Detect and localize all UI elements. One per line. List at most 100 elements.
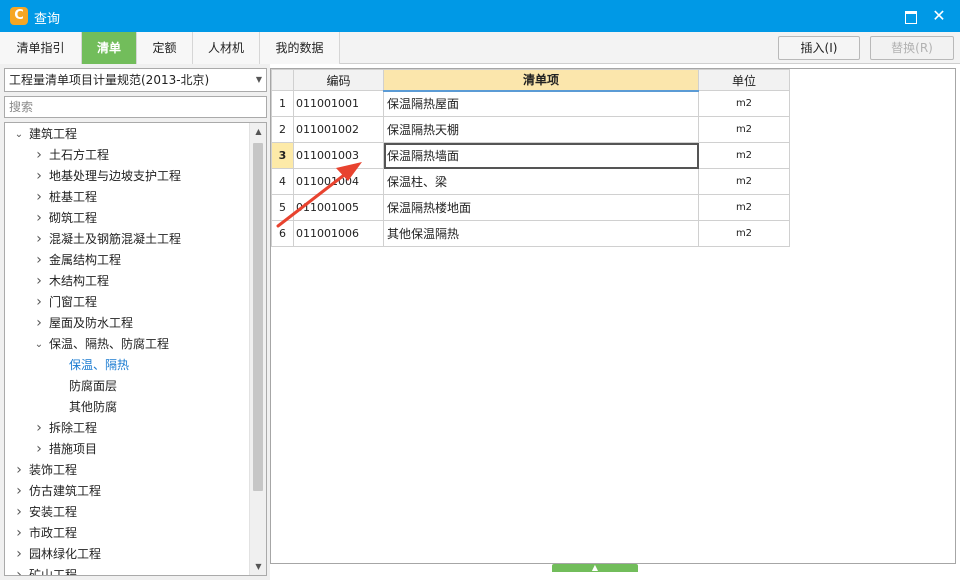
unit-cell[interactable]: m2 [698, 168, 790, 195]
chevron-right-icon[interactable]: › [33, 271, 45, 292]
tab-bill-guide[interactable]: 清单指引 [0, 32, 82, 64]
search-input[interactable] [4, 96, 267, 118]
tree-item-label: 木结构工程 [49, 274, 110, 288]
replace-button[interactable]: 替换(R) [870, 36, 954, 60]
unit-column-header[interactable]: 单位 [698, 69, 790, 91]
chevron-down-icon[interactable]: ⌄ [33, 334, 45, 355]
tree-item[interactable]: ⌄ 保温、隔热、防腐工程 [35, 334, 169, 355]
tab-bill[interactable]: 清单 [82, 32, 137, 64]
chevron-right-icon[interactable]: › [33, 439, 45, 460]
chevron-right-icon[interactable]: › [13, 565, 25, 575]
tree-item[interactable]: 防腐面层 [69, 376, 117, 397]
code-cell[interactable]: 011001003 [293, 142, 384, 169]
chevron-right-icon[interactable]: › [13, 502, 25, 523]
tree-item-label: 市政工程 [29, 526, 78, 540]
tree-item[interactable]: › 拆除工程 [36, 418, 98, 439]
table-row[interactable]: 4 011001004 保温柱、梁 m2 [271, 168, 790, 195]
chevron-right-icon[interactable]: › [33, 166, 45, 187]
chevron-down-icon[interactable]: ⌄ [13, 124, 25, 145]
name-cell[interactable]: 保温隔热屋面 [383, 90, 699, 117]
tree-item[interactable]: › 桩基工程 [36, 187, 97, 208]
tree-item[interactable]: › 木结构工程 [36, 271, 110, 292]
code-cell[interactable]: 011001001 [293, 90, 384, 117]
tab-bar: 清单指引 清单 定额 人材机 我的数据 插入(I) 替换(R) [0, 32, 960, 64]
bill-grid: 编码 清单项 单位 1 011001001 保温隔热屋面 m2 2 011001002 保温… [271, 69, 790, 247]
maximize-button[interactable] [898, 4, 922, 28]
table-row[interactable]: 3 011001003 保温隔热墙面 m2 [271, 142, 790, 169]
tree-item-label: 安装工程 [29, 505, 78, 519]
tree-item-label: 土石方工程 [49, 148, 110, 162]
tab-my-data[interactable]: 我的数据 [260, 32, 340, 64]
scroll-thumb[interactable] [253, 143, 263, 491]
tree-item[interactable]: › 园林绿化工程 [16, 544, 101, 565]
name-cell[interactable]: 其他保温隔热 [383, 220, 699, 247]
table-row[interactable]: 5 011001005 保温隔热楼地面 m2 [271, 194, 790, 221]
row-number[interactable]: 5 [271, 194, 294, 221]
tree-item[interactable]: › 门窗工程 [36, 292, 97, 313]
tree-item[interactable]: › 措施项目 [36, 439, 97, 460]
close-button[interactable]: ✕ [927, 4, 951, 28]
chevron-right-icon[interactable]: › [33, 208, 45, 229]
chevron-right-icon[interactable]: › [33, 187, 45, 208]
table-row[interactable]: 2 011001002 保温隔热天棚 m2 [271, 116, 790, 143]
name-column-header[interactable]: 清单项 [383, 69, 699, 92]
chevron-right-icon[interactable]: › [13, 523, 25, 544]
tree-item[interactable]: 保温、隔热 [69, 355, 129, 376]
chevron-right-icon[interactable]: › [13, 544, 25, 565]
table-row[interactable]: 1 011001001 保温隔热屋面 m2 [271, 90, 790, 117]
tree-item[interactable]: › 土石方工程 [36, 145, 110, 166]
unit-cell[interactable]: m2 [698, 220, 790, 247]
chevron-right-icon[interactable]: › [33, 292, 45, 313]
tab-quota[interactable]: 定额 [137, 32, 193, 64]
row-number[interactable]: 4 [271, 168, 294, 195]
unit-cell[interactable]: m2 [698, 142, 790, 169]
tree-item[interactable]: › 混凝土及钢筋混凝土工程 [36, 229, 181, 250]
name-cell[interactable]: 保温隔热楼地面 [383, 194, 699, 221]
tree-item[interactable]: › 安装工程 [16, 502, 78, 523]
bill-grid-panel: 编码 清单项 单位 1 011001001 保温隔热屋面 m2 2 011001002 保温… [270, 68, 956, 564]
table-row[interactable]: 6 011001006 其他保温隔热 m2 [271, 220, 790, 247]
code-cell[interactable]: 011001005 [293, 194, 384, 221]
code-cell[interactable]: 011001002 [293, 116, 384, 143]
name-cell[interactable]: 保温柱、梁 [383, 168, 699, 195]
tree-item[interactable]: › 市政工程 [16, 523, 78, 544]
name-cell[interactable]: 保温隔热天棚 [383, 116, 699, 143]
code-cell[interactable]: 011001004 [293, 168, 384, 195]
tree-item[interactable]: › 金属结构工程 [36, 250, 121, 271]
tree-item[interactable]: › 矿山工程 [16, 565, 77, 575]
row-number[interactable]: 3 [271, 142, 294, 169]
unit-cell[interactable]: m2 [698, 90, 790, 117]
tree-scrollbar[interactable]: ▲ ▼ [249, 123, 266, 575]
code-cell[interactable]: 011001006 [293, 220, 384, 247]
collapse-handle-icon[interactable]: ▲ [552, 564, 638, 572]
tree-item[interactable]: › 仿古建筑工程 [16, 481, 101, 502]
standard-select-value: 工程量清单项目计量规范(2013-北京) [9, 73, 210, 87]
unit-cell[interactable]: m2 [698, 116, 790, 143]
chevron-right-icon[interactable]: › [33, 313, 45, 334]
scroll-down-icon[interactable]: ▼ [250, 558, 266, 575]
tree-item[interactable]: › 砌筑工程 [36, 208, 97, 229]
tree-item-label: 拆除工程 [49, 421, 98, 435]
unit-cell[interactable]: m2 [698, 194, 790, 221]
scroll-up-icon[interactable]: ▲ [250, 123, 266, 140]
code-column-header[interactable]: 编码 [293, 69, 384, 91]
chevron-right-icon[interactable]: › [33, 418, 45, 439]
tab-resources[interactable]: 人材机 [193, 32, 260, 64]
row-number[interactable]: 2 [271, 116, 294, 143]
chevron-right-icon[interactable]: › [33, 229, 45, 250]
row-number[interactable]: 6 [271, 220, 294, 247]
insert-button[interactable]: 插入(I) [778, 36, 860, 60]
chevron-right-icon[interactable]: › [13, 481, 25, 502]
row-number-header [271, 69, 294, 91]
tree-item[interactable]: ⌄ 建筑工程 [15, 124, 77, 145]
name-cell[interactable]: 保温隔热墙面 [383, 142, 699, 169]
tree-item[interactable]: › 屋面及防水工程 [36, 313, 133, 334]
chevron-right-icon[interactable]: › [33, 250, 45, 271]
tree-item[interactable]: › 地基处理与边坡支护工程 [36, 166, 181, 187]
chevron-right-icon[interactable]: › [33, 145, 45, 166]
standard-select[interactable]: 工程量清单项目计量规范(2013-北京) ▼ [4, 68, 267, 92]
chevron-right-icon[interactable]: › [13, 460, 25, 481]
row-number[interactable]: 1 [271, 90, 294, 117]
tree-item[interactable]: 其他防腐 [69, 397, 117, 418]
tree-item[interactable]: › 装饰工程 [16, 460, 77, 481]
